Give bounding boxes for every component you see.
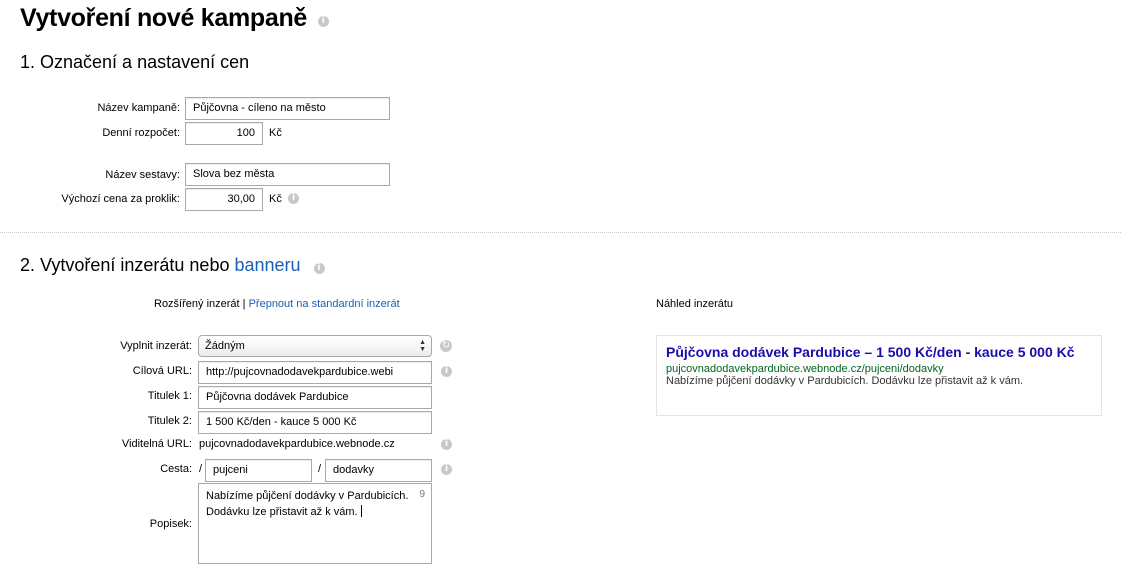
description-textarea[interactable]: Nabízíme půjčení dodávky v Pardubicích. … [198,483,432,564]
banner-link[interactable]: banneru [234,255,300,275]
preview-url: pujcovnadodavekpardubice.webnode.cz/pujc… [666,363,944,375]
title2-label: Titulek 2: [147,415,192,427]
default-cpc-label: Výchozí cena za proklik: [61,193,180,205]
title1-label: Titulek 1: [147,390,192,402]
text-caret [360,505,362,517]
default-cpc-unit: Kč [269,193,282,205]
target-url-label: Cílová URL: [132,365,192,377]
visible-url-value: pujcovnadodavekpardubice.webnode.cz [199,438,395,450]
section1-heading: 1. Označení a nastavení cen [20,52,250,72]
path-separator: / [199,463,203,475]
path2-input[interactable]: dodavky [325,459,432,482]
switch-to-standard-link[interactable]: Přepnout na standardní inzerát [249,298,400,310]
campaign-name-input[interactable]: Půjčovna - cíleno na město [185,97,390,120]
fill-ad-selected-value: Žádným [205,340,245,352]
title1-input[interactable]: Půjčovna dodávek Pardubice [198,386,432,409]
info-icon[interactable]: i [288,193,299,204]
description-line2: Dodávku lze přistavit až k vám. [206,504,424,520]
page-title: Vytvoření nové kampaně i [20,4,329,33]
info-icon[interactable]: i [317,16,329,27]
info-icon[interactable]: i [313,263,325,274]
default-cpc-input[interactable]: 30,00 [185,188,263,211]
path-label: Cesta: [160,463,192,475]
ad-preview-box: Půjčovna dodávek Pardubice – 1 500 Kč/de… [656,335,1102,416]
reset-icon[interactable]: ↻ [440,340,452,352]
description-char-counter: 9 [419,489,425,500]
preview-description: Nabízíme půjčení dodávky v Pardubicích. … [666,375,1024,387]
adgroup-name-label: Název sestavy: [105,169,180,181]
preview-title: Půjčovna dodávek Pardubice – 1 500 Kč/de… [666,344,1075,360]
info-icon[interactable]: i [441,366,452,377]
daily-budget-unit: Kč [269,127,282,139]
title2-input[interactable]: 1 500 Kč/den - kauce 5 000 Kč [198,411,432,434]
daily-budget-label: Denní rozpočet: [102,127,180,139]
adgroup-name-input[interactable]: Slova bez města [185,163,390,186]
info-icon[interactable]: i [441,439,452,450]
page-title-text: Vytvoření nové kampaně [20,4,308,32]
info-icon[interactable]: i [441,464,452,475]
description-label: Popisek: [149,518,192,530]
visible-url-label: Viditelná URL: [121,438,192,450]
fill-ad-select[interactable]: Žádným ▲ ▼ [198,335,432,357]
path-separator: / [318,463,322,475]
ad-type-separator: | [242,298,246,310]
description-line1: Nabízíme půjčení dodávky v Pardubicích. [206,490,409,502]
ad-type-current: Rozšířený inzerát [154,298,240,310]
preview-label: Náhled inzerátu [656,298,734,310]
campaign-name-label: Název kampaně: [97,102,180,114]
section2-heading: 2. Vytvoření inzerátu nebo banneru i [20,255,325,276]
ad-type-switch-row: Rozšířený inzerát | Přepnout na standard… [154,298,400,310]
target-url-input[interactable]: http://pujcovnadodavekpardubice.webi [198,361,432,384]
section-divider [0,232,1121,233]
path1-input[interactable]: pujceni [205,459,312,482]
fill-ad-label: Vyplnit inzerát: [120,340,192,352]
daily-budget-input[interactable]: 100 [185,122,263,145]
select-arrows-icon: ▲ ▼ [419,339,426,353]
description-line2-text: Dodávku lze přistavit až k vám. [206,506,358,518]
section2-heading-text: 2. Vytvoření inzerátu nebo [20,255,230,275]
